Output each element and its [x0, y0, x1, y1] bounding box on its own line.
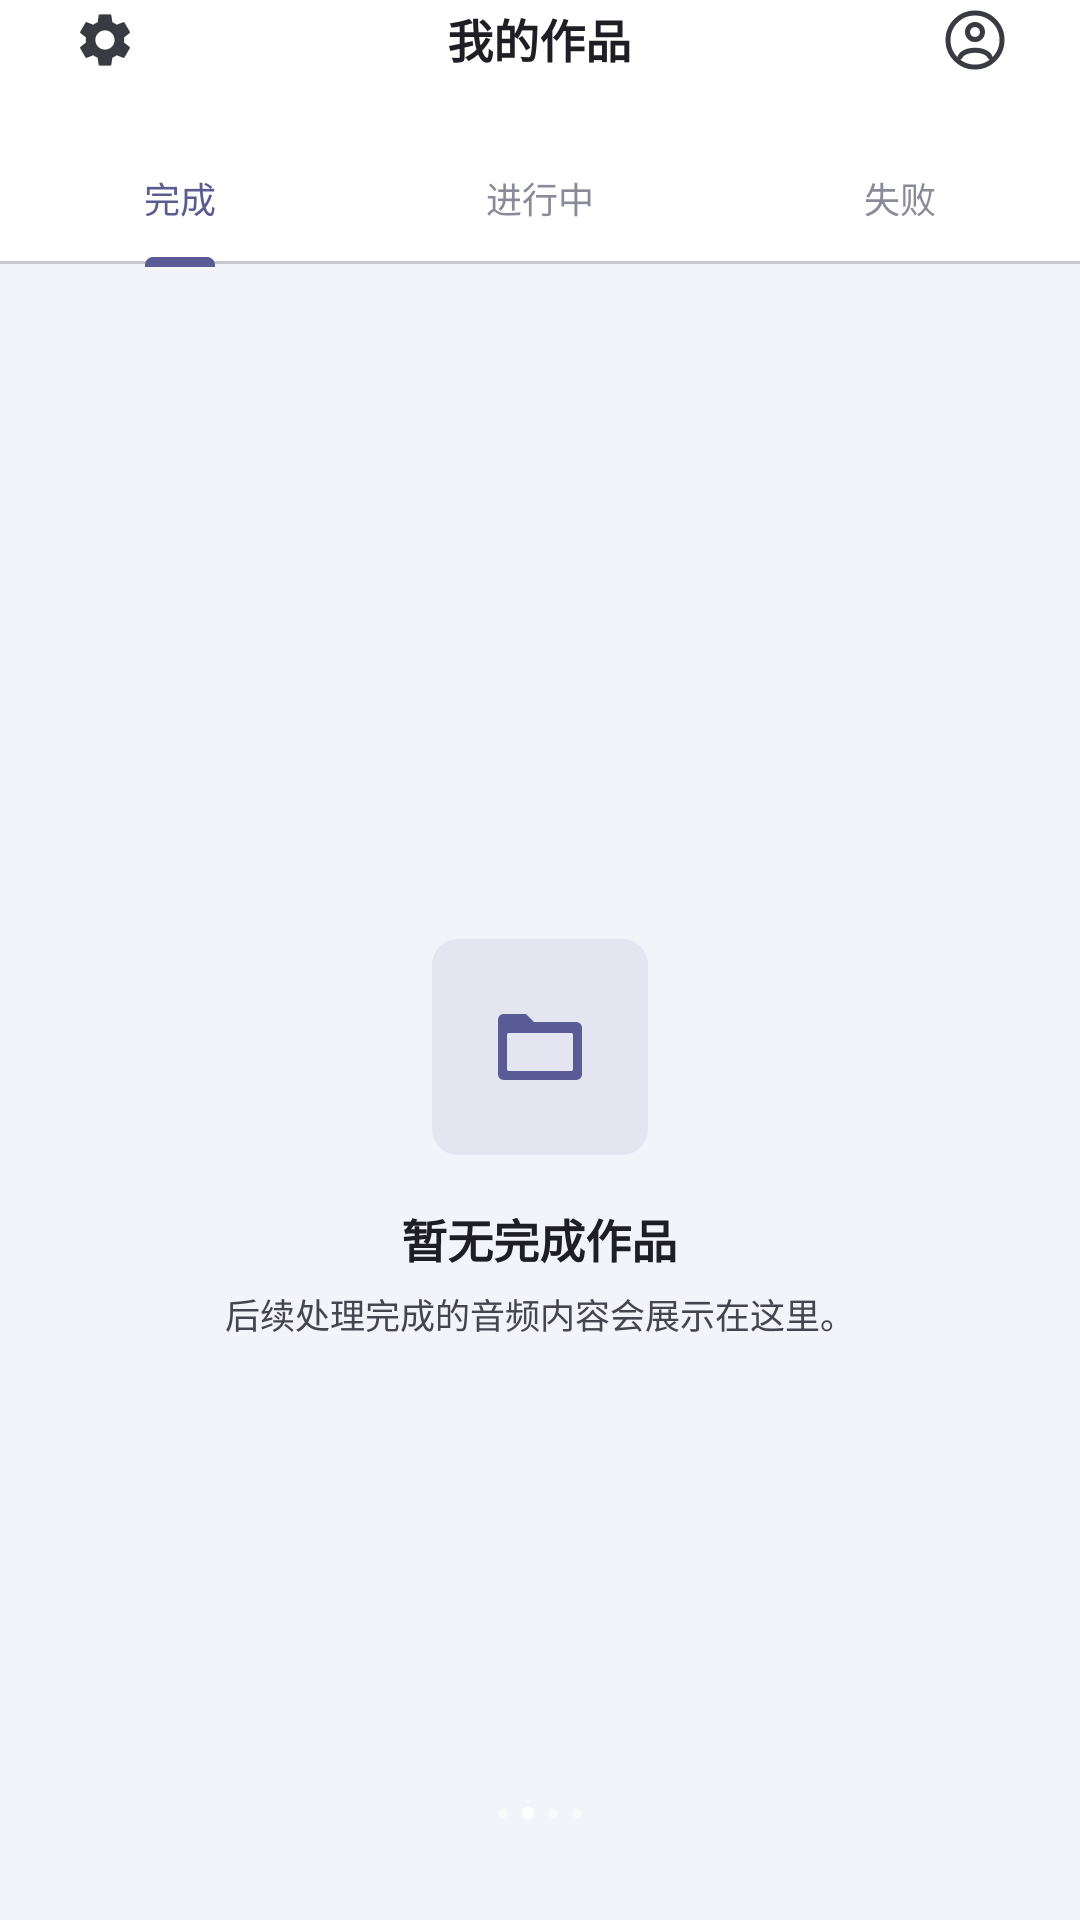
account-button[interactable]	[935, 0, 1015, 80]
page-dot	[498, 1808, 508, 1818]
empty-state-title: 暂无完成作品	[402, 1215, 678, 1269]
page-dot	[548, 1808, 558, 1818]
tab-failed[interactable]: 失败	[720, 170, 1080, 234]
empty-state-icon-box	[432, 939, 648, 1155]
app-header: 我的作品 完成 进行中 失败	[0, 0, 1080, 267]
page-title: 我的作品	[448, 15, 632, 69]
folder-icon	[498, 1014, 582, 1080]
status-tabs: 完成 进行中 失败	[0, 160, 1080, 267]
empty-state-description: 后续处理完成的音频内容会展示在这里。	[224, 1298, 855, 1338]
account-circle-icon	[945, 10, 1005, 70]
active-tab-indicator	[145, 257, 215, 267]
tab-in-progress[interactable]: 进行中	[360, 170, 720, 234]
page-dot-active	[522, 1807, 534, 1819]
tab-completed[interactable]: 完成	[0, 170, 360, 234]
page-indicator	[0, 1807, 1080, 1819]
page-dot	[572, 1808, 582, 1818]
